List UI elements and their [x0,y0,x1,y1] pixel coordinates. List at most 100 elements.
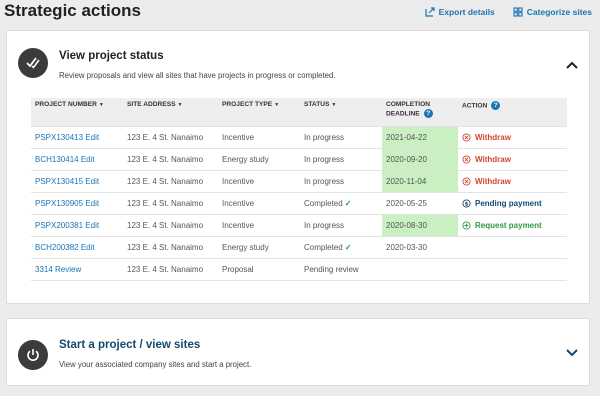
sort-icon: ▼ [177,102,183,108]
request-payment-button[interactable]: Request payment [475,221,542,230]
project-type-cell: Incentive [218,125,300,148]
table-row: BCH200382 Edit 123 E. 4 St. Nanaimo Ener… [31,235,567,258]
table-row: PSPX130905 Edit 123 E. 4 St. Nanaimo Inc… [31,191,567,214]
project-number-cell[interactable]: PSPX200381 Edit [31,213,123,236]
action-cell[interactable]: Withdraw [458,125,567,148]
export-details-button[interactable]: Export details [424,7,495,17]
edit-link[interactable]: Edit [85,221,99,230]
project-type-cell: Incentive [218,169,300,192]
table-header-row: PROJECT NUMBER ▼ SITE ADDRESS ▼ PROJECT TY… [31,98,567,126]
edit-link[interactable]: Edit [85,177,99,186]
status-cell: Completed ✓ [300,191,382,214]
deadline-cell: 2020-05-25 [382,191,458,214]
project-status-description: Review proposals and view all sites that… [59,71,336,80]
action-cell [458,235,567,258]
project-type-cell: Incentive [218,213,300,236]
export-details-label: Export details [438,7,495,17]
power-icon [18,340,48,370]
project-type-cell: Energy study [218,147,300,170]
edit-link[interactable]: Edit [85,133,99,142]
site-address-cell: 123 E. 4 St. Nanaimo [123,125,218,148]
project-number-cell[interactable]: PSPX130413 Edit [31,125,123,148]
pending-payment-status: Pending payment [475,198,542,208]
categorize-sites-button[interactable]: Categorize sites [513,7,592,17]
project-type-cell: Proposal [218,257,300,281]
project-status-table: PROJECT NUMBER ▼ SITE ADDRESS ▼ PROJECT TY… [31,98,567,281]
site-address-cell: 123 E. 4 St. Nanaimo [123,147,218,170]
categorize-icon [513,7,523,17]
project-number-cell[interactable]: BCH200382 Edit [31,235,123,258]
start-project-card[interactable]: Start a project / view sites View your a… [6,318,590,386]
sort-icon: ▼ [331,102,337,108]
site-address-cell: 123 E. 4 St. Nanaimo [123,235,218,258]
project-type-cell: Energy study [218,235,300,258]
close-circle-icon [462,176,471,186]
checkmark-icon: ✓ [344,242,352,252]
column-header-project-type[interactable]: PROJECT TYPE ▼ [218,98,300,126]
action-cell[interactable]: Request payment [458,213,567,236]
column-header-status[interactable]: STATUS ▼ [300,98,382,126]
project-number-cell[interactable]: 3314 Review [31,257,123,281]
status-cell: In progress [300,147,382,170]
action-cell[interactable]: Withdraw [458,147,567,170]
column-header-action: ACTION? [458,98,567,126]
action-cell: $ Pending payment [458,191,567,214]
withdraw-button[interactable]: Withdraw [475,177,511,186]
deadline-cell: 2020-09-20 [382,147,458,170]
chevron-down-icon[interactable] [565,346,579,360]
status-cell: Completed ✓ [300,235,382,258]
close-circle-icon [462,132,471,142]
action-cell [458,257,567,281]
action-cell[interactable]: Withdraw [458,169,567,192]
svg-text:$: $ [465,201,469,207]
sort-icon: ▼ [274,102,280,108]
column-header-project-number[interactable]: PROJECT NUMBER ▼ [31,98,123,126]
deadline-cell: 2020-03-30 [382,235,458,258]
project-status-card: View project status Review proposals and… [6,30,590,304]
status-cell: In progress [300,169,382,192]
edit-link[interactable]: Edit [85,199,99,208]
status-cell: In progress [300,125,382,148]
deadline-cell: 2020-08-30 [382,213,458,236]
plus-circle-icon [462,220,471,230]
deadline-cell [382,257,458,281]
table-row: PSPX130413 Edit 123 E. 4 St. Nanaimo Inc… [31,125,567,148]
table-row: 3314 Review 123 E. 4 St. Nanaimo Proposa… [31,257,567,281]
withdraw-button[interactable]: Withdraw [475,155,511,164]
export-icon [424,7,435,17]
table-row: BCH130414 Edit 123 E. 4 St. Nanaimo Ener… [31,147,567,170]
site-address-cell: 123 E. 4 St. Nanaimo [123,257,218,281]
project-number-cell[interactable]: BCH130414 Edit [31,147,123,170]
close-circle-icon [462,154,471,164]
column-header-site-address[interactable]: SITE ADDRESS ▼ [123,98,218,126]
deadline-cell: 2020-11-04 [382,169,458,192]
project-number-cell[interactable]: PSPX130415 Edit [31,169,123,192]
project-type-cell: Incentive [218,191,300,214]
project-status-title: View project status [59,50,164,62]
site-address-cell: 123 E. 4 St. Nanaimo [123,213,218,236]
status-cell: Pending review [300,257,382,281]
review-link[interactable]: Review [55,265,81,274]
top-actions: Export details Categorize sites [424,7,592,17]
table-row: PSPX130415 Edit 123 E. 4 St. Nanaimo Inc… [31,169,567,192]
chevron-up-icon[interactable] [565,58,579,72]
status-cell: In progress [300,213,382,236]
withdraw-button[interactable]: Withdraw [475,133,511,142]
site-address-cell: 123 E. 4 St. Nanaimo [123,169,218,192]
edit-link[interactable]: Edit [81,243,95,252]
help-icon[interactable]: ? [423,108,433,118]
checkmark-icon: ✓ [344,198,352,208]
edit-link[interactable]: Edit [81,155,95,164]
start-project-description: View your associated company sites and s… [59,360,252,369]
deadline-cell: 2021-04-22 [382,125,458,148]
column-header-completion-deadline: COMPLETION DEADLINE? [382,98,458,126]
site-address-cell: 123 E. 4 St. Nanaimo [123,191,218,214]
categorize-sites-label: Categorize sites [526,7,592,17]
table-row: PSPX200381 Edit 123 E. 4 St. Nanaimo Inc… [31,213,567,236]
sort-icon: ▼ [98,102,104,108]
checklist-icon [18,48,48,78]
help-icon[interactable]: ? [491,101,501,110]
page-title: Strategic actions [4,1,141,20]
start-project-title: Start a project / view sites [59,339,201,351]
project-number-cell[interactable]: PSPX130905 Edit [31,191,123,214]
